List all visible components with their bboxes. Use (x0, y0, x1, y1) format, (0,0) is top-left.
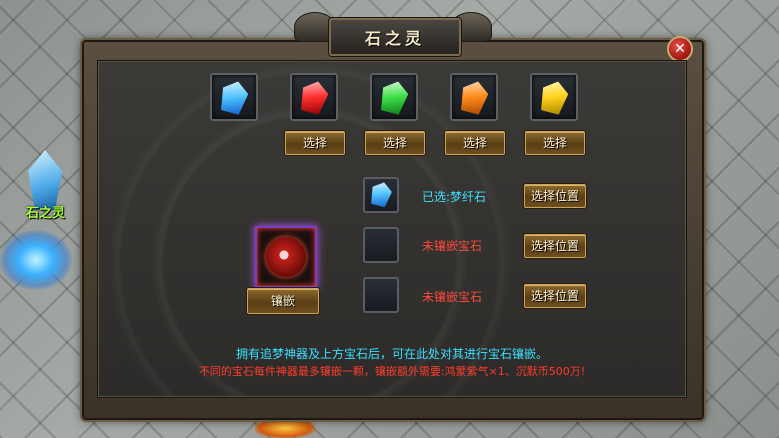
gem-slot-orange[interactable] (450, 73, 498, 121)
socket-slot-1[interactable] (363, 177, 399, 213)
select-green-gem-button[interactable]: 选择 (365, 131, 425, 155)
select-yellow-gem-button[interactable]: 选择 (525, 131, 585, 155)
fire-effect (255, 418, 315, 438)
socket-3-status: 未镶嵌宝石 (422, 290, 483, 304)
window-title: 石之灵 (364, 29, 425, 48)
blue-gem-icon (368, 180, 394, 208)
gem-slot-red[interactable] (290, 73, 338, 121)
npc-name-label: 石之灵 (26, 206, 66, 221)
orange-gem-icon (457, 78, 490, 116)
socket-slot-3[interactable] (363, 277, 399, 313)
inlay-button[interactable]: 镶嵌 (247, 288, 319, 314)
stone-spirit-window: 石之灵 ✕ 选择 选择 选择 选择 镶嵌 已选:梦纤石 选择位置 未镶嵌宝石 选… (82, 12, 704, 420)
npc-magic-circle (0, 230, 72, 290)
divine-artifact-icon (266, 237, 306, 277)
npc-stone-spirit[interactable]: 石之灵 (0, 150, 80, 310)
description-line-1: 拥有追梦神器及上方宝石后，可在此处对其进行宝石镶嵌。 (235, 347, 548, 361)
select-red-gem-button[interactable]: 选择 (285, 131, 345, 155)
socket-2-status: 未镶嵌宝石 (422, 239, 483, 253)
yellow-gem-icon (537, 78, 570, 116)
content-panel: 选择 选择 选择 选择 镶嵌 已选:梦纤石 选择位置 未镶嵌宝石 选择位置 未镶… (97, 60, 687, 398)
artifact-slot[interactable] (255, 226, 317, 288)
blue-gem-icon (217, 78, 250, 116)
gem-slot-yellow[interactable] (530, 73, 578, 121)
socket-1-status: 已选:梦纤石 (422, 190, 487, 204)
socket-3-select-position-button[interactable]: 选择位置 (524, 284, 586, 308)
socket-slot-2[interactable] (363, 227, 399, 263)
gem-slot-green[interactable] (370, 73, 418, 121)
select-orange-gem-button[interactable]: 选择 (445, 131, 505, 155)
green-gem-icon (377, 78, 410, 116)
socket-1-select-position-button[interactable]: 选择位置 (524, 184, 586, 208)
red-gem-icon (297, 78, 330, 116)
title-plate: 石之灵 (329, 18, 461, 56)
close-icon: ✕ (674, 41, 686, 57)
gem-slot-blue[interactable] (210, 73, 258, 121)
socket-2-select-position-button[interactable]: 选择位置 (524, 234, 586, 258)
close-button[interactable]: ✕ (667, 36, 693, 62)
npc-crystal-icon (28, 150, 62, 210)
description-line-2: 不同的宝石每件神器最多镶嵌一颗，镶嵌额外需要:鸿蒙紫气×1、沉默币500万! (198, 365, 586, 378)
